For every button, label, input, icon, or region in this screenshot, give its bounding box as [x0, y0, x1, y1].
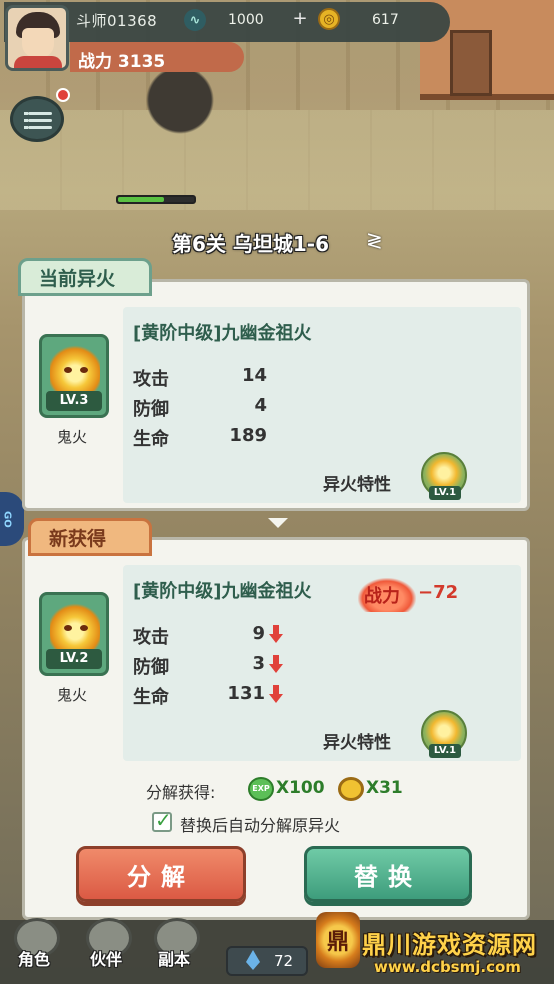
fire-icon	[50, 599, 100, 653]
new-fire-level: LV.2	[46, 649, 102, 669]
stat-label-life: 生命	[133, 429, 169, 450]
stat-label-attack: 攻击	[133, 627, 169, 648]
stat-label-life: 生命	[133, 687, 169, 708]
ground-tiles	[0, 110, 554, 210]
auto-decompose-checkbox[interactable]: ✓	[152, 808, 172, 832]
replace-button[interactable]: 替换	[304, 846, 472, 902]
current-fire-info: [黄阶中级]九幽金祖火 攻击 14 防御 4 生命 189 异火特性 LV.1	[123, 307, 521, 503]
player-name: 斗师01368	[76, 12, 158, 30]
power-bar: 战力 3135	[70, 42, 244, 72]
stat-value-defense: 3	[252, 653, 265, 674]
gem-counter	[226, 946, 308, 976]
fire-icon	[50, 341, 100, 395]
player-avatar[interactable]	[5, 5, 69, 71]
coin-reward-value: X31	[366, 778, 403, 798]
current-fire-name: 鬼火	[57, 428, 88, 446]
gold-coin-icon: ◎	[318, 8, 340, 30]
notification-dot	[56, 88, 70, 102]
side-event-badge[interactable]: GO	[0, 492, 24, 546]
stat-value-life: 131	[227, 683, 265, 704]
trait-level: LV.1	[429, 486, 461, 500]
auto-decompose-label[interactable]: 替换后自动分解原异火	[180, 812, 340, 836]
stat-label-defense: 防御	[133, 657, 169, 678]
menu-button[interactable]	[10, 96, 64, 142]
current-fire-panel: LV.3 鬼火 [黄阶中级]九幽金祖火 攻击 14 防御 4 生命 189 异火…	[22, 279, 530, 511]
stage-label: 第6关 乌坦城1-6	[172, 232, 330, 256]
cycle-icon[interactable]: ≷	[366, 228, 383, 252]
current-fire-title: [黄阶中级]九幽金祖火	[133, 323, 312, 344]
arrow-down-icon	[268, 518, 288, 528]
trait-icon[interactable]: LV.1	[421, 710, 467, 758]
exp-icon: EXP	[248, 777, 274, 801]
new-fire-title: [黄阶中级]九幽金祖火	[133, 581, 312, 602]
exp-reward-value: X100	[276, 778, 325, 798]
trait-label: 异火特性	[323, 475, 391, 495]
decrease-arrow-icon	[269, 685, 283, 703]
power-diff-value: −72	[418, 582, 459, 603]
add-resource-button[interactable]: +	[291, 10, 309, 28]
nav-item-partner[interactable]: 伙伴	[90, 946, 122, 970]
watermark-logo: 鼎	[316, 912, 360, 968]
new-fire-info: [黄阶中级]九幽金祖火 攻击 9 防御 3 生命 131 异火特性 LV.1	[123, 565, 521, 761]
resource1-value: 1000	[228, 12, 264, 28]
trait-label: 异火特性	[323, 733, 391, 753]
enemy-hp-fill	[118, 197, 164, 202]
decrease-arrow-icon	[269, 625, 283, 643]
stat-label-attack: 攻击	[133, 369, 169, 390]
decrease-arrow-icon	[269, 655, 283, 673]
enemy-monster	[140, 60, 220, 140]
stat-label-defense: 防御	[133, 399, 169, 420]
stat-value-attack: 9	[252, 623, 265, 644]
decompose-reward-label: 分解获得:	[146, 783, 216, 802]
current-fire-level: LV.3	[46, 391, 102, 411]
checkmark-icon: ✓	[155, 808, 172, 832]
new-fire-tab: 新获得	[28, 518, 152, 556]
spirit-icon: ∿	[184, 9, 206, 31]
nav-item-dungeon[interactable]: 副本	[158, 946, 190, 970]
trait-level: LV.1	[429, 744, 461, 758]
resource2-value: 617	[372, 12, 399, 28]
new-fire-card[interactable]: LV.2	[39, 592, 109, 676]
watermark-title: 鼎川游戏资源网	[362, 931, 537, 959]
coin-icon	[338, 777, 364, 801]
stat-value-attack: 14	[241, 365, 267, 386]
trait-icon[interactable]: LV.1	[421, 452, 467, 500]
power-diff-label: 战力	[364, 586, 400, 607]
current-fire-card[interactable]: LV.3	[39, 334, 109, 418]
watermark-url: www.dcbsmj.com	[374, 958, 521, 976]
enemy-hp-bar	[116, 195, 196, 204]
power-label: 战力 3135	[78, 52, 166, 72]
nav-item-character[interactable]: 角色	[18, 946, 50, 970]
decompose-button[interactable]: 分解	[76, 846, 246, 902]
new-fire-name: 鬼火	[57, 686, 88, 704]
stat-value-life: 189	[229, 425, 267, 446]
current-fire-tab: 当前异火	[18, 258, 152, 296]
stat-value-defense: 4	[254, 395, 267, 416]
gem-value: 72	[274, 952, 294, 970]
